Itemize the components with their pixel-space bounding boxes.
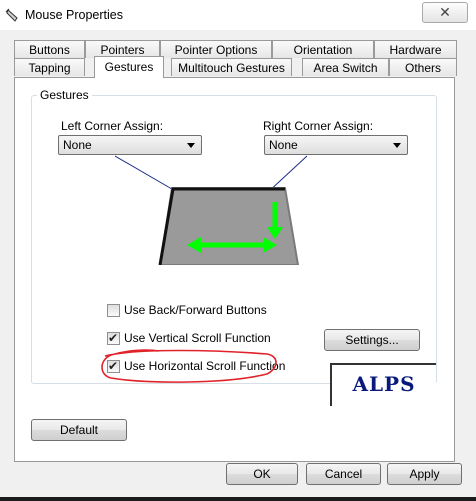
gestures-group-title: Gestures <box>37 88 92 102</box>
settings-button-label: Settings... <box>345 333 399 347</box>
tab-label: Orientation <box>293 43 353 57</box>
alps-logo: ALPS <box>330 363 436 406</box>
vertical-scroll-label: Use Vertical Scroll Function <box>124 331 271 345</box>
ok-button[interactable]: OK <box>226 463 298 485</box>
tab-label: Multitouch Gestures <box>178 61 285 75</box>
tab-tapping[interactable]: Tapping <box>14 58 85 76</box>
ok-button-label: OK <box>253 467 271 481</box>
dialog-body: Buttons Pointers Pointer Options Orienta… <box>0 30 476 501</box>
left-corner-pointer-line <box>115 155 178 193</box>
touchpad-diagram <box>115 155 308 265</box>
back-forward-label: Use Back/Forward Buttons <box>124 303 267 317</box>
settings-button[interactable]: Settings... <box>324 329 420 351</box>
gestures-tab-panel: Gestures Left Corner Assign: None Right … <box>14 77 455 462</box>
default-button[interactable]: Default <box>31 419 127 441</box>
left-corner-label: Left Corner Assign: <box>61 119 164 133</box>
tab-buttons[interactable]: Buttons <box>14 40 85 58</box>
tab-orientation[interactable]: Orientation <box>272 40 374 58</box>
left-corner-value: None <box>63 138 92 152</box>
tab-label: Buttons <box>29 43 70 57</box>
window-bottom-edge <box>0 497 476 501</box>
right-corner-value: None <box>269 138 298 152</box>
close-icon: ✕ <box>439 4 451 20</box>
tab-pointer-options[interactable]: Pointer Options <box>160 40 272 58</box>
right-corner-dropdown[interactable]: None <box>264 135 408 155</box>
tab-hardware[interactable]: Hardware <box>374 40 457 58</box>
right-corner-label: Right Corner Assign: <box>263 119 374 133</box>
back-forward-checkbox[interactable] <box>107 304 120 317</box>
vertical-scroll-checkbox[interactable]: ✔ <box>107 331 120 345</box>
tab-area-switch[interactable]: Area Switch <box>302 58 389 76</box>
check-icon: ✔ <box>108 331 119 345</box>
cancel-button-label: Cancel <box>324 467 363 481</box>
tab-gestures[interactable]: Gestures <box>94 56 164 78</box>
chevron-down-icon <box>393 143 401 148</box>
cancel-button[interactable]: Cancel <box>306 463 381 485</box>
tab-label: Tapping <box>28 61 71 75</box>
tab-label: Pointers <box>100 43 145 57</box>
tab-label: Area Switch <box>313 61 378 75</box>
mouse-icon <box>5 8 18 22</box>
tab-label: Gestures <box>104 60 154 74</box>
tab-others[interactable]: Others <box>389 58 457 76</box>
alps-logo-text: ALPS <box>352 372 416 396</box>
chevron-down-icon <box>187 143 195 148</box>
left-corner-dropdown[interactable]: None <box>58 135 202 155</box>
highlight-ellipse <box>101 349 277 383</box>
tab-label: Hardware <box>389 43 442 57</box>
window-title: Mouse Properties <box>25 8 123 22</box>
apply-button[interactable]: Apply <box>387 463 462 485</box>
tab-multitouch-gestures[interactable]: Multitouch Gestures <box>171 58 292 76</box>
title-bar[interactable]: Mouse Properties ✕ <box>0 0 476 30</box>
tab-label: Others <box>404 61 441 75</box>
apply-button-label: Apply <box>409 467 440 481</box>
tab-label: Pointer Options <box>174 43 258 57</box>
default-button-label: Default <box>59 423 99 437</box>
close-button[interactable]: ✕ <box>422 2 468 23</box>
mouse-properties-window: Mouse Properties ✕ Buttons Pointers Poin… <box>0 0 476 501</box>
